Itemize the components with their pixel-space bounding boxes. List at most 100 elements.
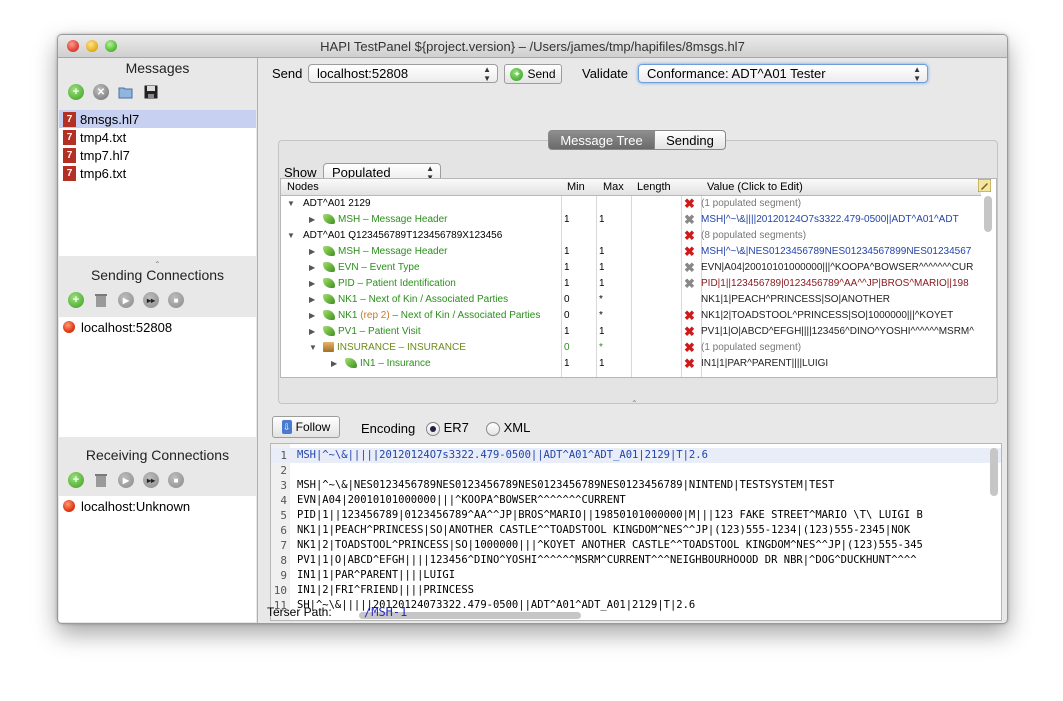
er7-label: ER7	[443, 420, 469, 435]
editor-line[interactable]: 4 EVN|A04|20010101000000|||^KOOPA^BOWSER^…	[271, 493, 1001, 508]
tree-scrollbar[interactable]	[984, 196, 992, 232]
node-name: IN1 – Insurance	[360, 358, 431, 369]
validate-select[interactable]: Conformance: ADT^A01 Tester ▲ ▼	[638, 64, 928, 83]
table-row[interactable]: ▼ ADT^A01 2129 ✖ (1 populated segment)	[281, 196, 981, 212]
node-min: 1	[564, 326, 570, 337]
table-row[interactable]: ▶ EVN – Event Type 1 1 ✖ EVN|A04|2001010…	[281, 260, 981, 276]
expand-triangle-icon[interactable]: ▶	[309, 324, 315, 340]
table-row[interactable]: ▶ NK1 – Next of Kin / Associated Parties…	[281, 292, 981, 308]
segment-leaf-icon	[323, 310, 335, 321]
file-name: 8msgs.hl7	[80, 111, 140, 127]
tab-sending[interactable]: Sending	[654, 130, 726, 150]
xml-label: XML	[503, 420, 531, 435]
trash-icon[interactable]	[93, 292, 109, 308]
er7-radio[interactable]: ER7	[426, 420, 469, 436]
start-icon[interactable]: ▶	[118, 472, 134, 488]
file-name: tmp7.hl7	[80, 147, 130, 163]
fast-forward-icon[interactable]: ▸▸	[143, 472, 159, 488]
save-icon[interactable]	[143, 84, 159, 100]
xml-radio-button[interactable]	[486, 421, 500, 436]
encoding-label: Encoding	[361, 421, 416, 436]
editor-vertical-scrollbar[interactable]	[990, 448, 998, 496]
collapse-triangle-icon[interactable]: ▼	[287, 196, 295, 212]
node-value[interactable]: (1 populated segment)	[701, 196, 801, 212]
collapse-triangle-icon[interactable]: ▼	[287, 228, 295, 244]
editor-line[interactable]: 9 IN1|1|PAR^PARENT||||LUIGI	[271, 568, 1001, 583]
node-max: 1	[599, 326, 605, 337]
add-connection-icon[interactable]: +	[68, 292, 84, 308]
editor-line[interactable]: 1 MSH|^~\&|||||20120124O7s3322.479-0500||…	[271, 448, 1001, 463]
node-value[interactable]: PID|1||123456789|0123456789^AA^^JP|BROS^…	[701, 276, 979, 292]
tab-message-tree[interactable]: Message Tree	[548, 130, 655, 150]
follow-label: Follow	[295, 420, 331, 434]
node-value[interactable]: MSH|^~\&||||20120124O7s3322.479-0500||AD…	[701, 212, 979, 228]
editor-line[interactable]: 6 NK1|1|PEACH^PRINCESS|SO|ANOTHER CASTLE^…	[271, 523, 1001, 538]
collapse-triangle-icon[interactable]: ▼	[309, 340, 317, 356]
disconnected-status-icon	[63, 321, 75, 333]
list-item[interactable]: 7 tmp7.hl7	[59, 146, 256, 164]
follow-button[interactable]: ⇩ Follow	[272, 416, 340, 438]
table-row[interactable]: ▶ MSH – Message Header 1 1 ✖ MSH|^~\&|NE…	[281, 244, 981, 260]
expand-triangle-icon[interactable]: ▶	[309, 260, 315, 276]
message-editor[interactable]: 1 MSH|^~\&|||||20120124O7s3322.479-0500||…	[270, 443, 1002, 621]
node-value[interactable]: NK1|1|PEACH^PRINCESS|SO|ANOTHER	[701, 292, 979, 308]
expand-triangle-icon[interactable]: ▶	[309, 308, 315, 324]
error-x-icon: ✖	[684, 244, 695, 259]
stop-icon[interactable]: ■	[168, 292, 184, 308]
node-value[interactable]: NK1|2|TOADSTOOL^PRINCESS|SO|1000000|||^K…	[701, 308, 979, 324]
er7-radio-button[interactable]	[426, 421, 440, 436]
fast-forward-icon[interactable]: ▸▸	[143, 292, 159, 308]
stop-icon[interactable]: ■	[168, 472, 184, 488]
table-row[interactable]: ▼ ADT^A01 Q123456789T123456789X123456 ✖ …	[281, 228, 981, 244]
list-item[interactable]: 7 8msgs.hl7	[59, 110, 256, 128]
connection-name: localhost:Unknown	[81, 498, 191, 514]
xml-radio[interactable]: XML	[486, 420, 530, 436]
table-row[interactable]: ▶ PV1 – Patient Visit 1 1 ✖ PV1|1|O|ABCD…	[281, 324, 981, 340]
send-button[interactable]: ✦ Send	[504, 64, 562, 84]
list-item[interactable]: localhost:Unknown	[59, 496, 256, 516]
node-max: *	[599, 294, 603, 305]
node-value[interactable]: (1 populated segment)	[701, 340, 801, 356]
editor-line[interactable]: 8 PV1|1|O|ABCD^EFGH||||123456^DINO^YOSHI^…	[271, 553, 1001, 568]
node-value[interactable]: EVN|A04|20010101000000|||^KOOPA^BOWSER^^…	[701, 260, 979, 276]
delete-message-icon[interactable]: ✕	[93, 84, 109, 100]
send-target-select[interactable]: localhost:52808 ▲ ▼	[308, 64, 498, 83]
list-item[interactable]: 7 tmp6.txt	[59, 164, 256, 182]
editor-line[interactable]: 10 IN1|2|FRI^FRIEND||||PRINCESS	[271, 583, 1001, 598]
add-connection-icon[interactable]: +	[68, 472, 84, 488]
expand-triangle-icon[interactable]: ▶	[309, 292, 315, 308]
warning-x-icon: ✖	[684, 276, 695, 291]
list-item[interactable]: localhost:52808	[59, 317, 256, 337]
node-value[interactable]: IN1|1|PAR^PARENT||||LUIGI	[701, 356, 979, 372]
segment-leaf-icon	[323, 326, 335, 337]
split-handle[interactable]: ⌃	[631, 399, 638, 408]
node-max: 1	[599, 214, 605, 225]
open-folder-icon[interactable]	[118, 84, 134, 100]
expand-triangle-icon[interactable]: ▶	[309, 244, 315, 260]
list-item[interactable]: 7 tmp4.txt	[59, 128, 256, 146]
editor-line[interactable]: 7 NK1|2|TOADSTOOL^PRINCESS|SO|1000000|||^…	[271, 538, 1001, 553]
editor-line-text: MSH|^~\&|NES0123456789NES0123456789NES01…	[297, 479, 835, 491]
table-row[interactable]: ▶ PID – Patient Identification 1 1 ✖ PID…	[281, 276, 981, 292]
node-value[interactable]: PV1|1|O|ABCD^EFGH||||123456^DINO^YOSHI^^…	[701, 324, 979, 340]
start-icon[interactable]: ▶	[118, 292, 134, 308]
table-row[interactable]: ▼ INSURANCE – INSURANCE 0 * ✖ (1 populat…	[281, 340, 981, 356]
edit-pencil-icon[interactable]	[978, 179, 992, 195]
editor-line[interactable]: 3 MSH|^~\&|NES0123456789NES0123456789NES0…	[271, 478, 1001, 493]
node-value[interactable]: (8 populated segments)	[701, 228, 806, 244]
table-row[interactable]: ▶ MSH – Message Header 1 1 ✖ MSH|^~\&|||…	[281, 212, 981, 228]
editor-line[interactable]: 2	[271, 463, 1001, 478]
trash-icon[interactable]	[93, 472, 109, 488]
table-row[interactable]: ▶ IN1 – Insurance 1 1 ✖ IN1|1|PAR^PARENT…	[281, 356, 981, 372]
error-x-icon: ✖	[684, 340, 695, 355]
expand-triangle-icon[interactable]: ▶	[309, 212, 315, 228]
add-message-icon[interactable]: +	[68, 84, 84, 100]
validate-label: Validate	[582, 66, 629, 81]
segment-leaf-icon	[345, 358, 357, 369]
expand-triangle-icon[interactable]: ▶	[331, 356, 337, 372]
editor-line[interactable]: 5 PID|1||123456789|0123456789^AA^^JP|BROS…	[271, 508, 1001, 523]
expand-triangle-icon[interactable]: ▶	[309, 276, 315, 292]
connection-name: localhost:52808	[81, 319, 173, 335]
table-row[interactable]: ▶ NK1 (rep 2) – Next of Kin / Associated…	[281, 308, 981, 324]
node-value[interactable]: MSH|^~\&|NES0123456789NES01234567899NES0…	[701, 244, 979, 260]
